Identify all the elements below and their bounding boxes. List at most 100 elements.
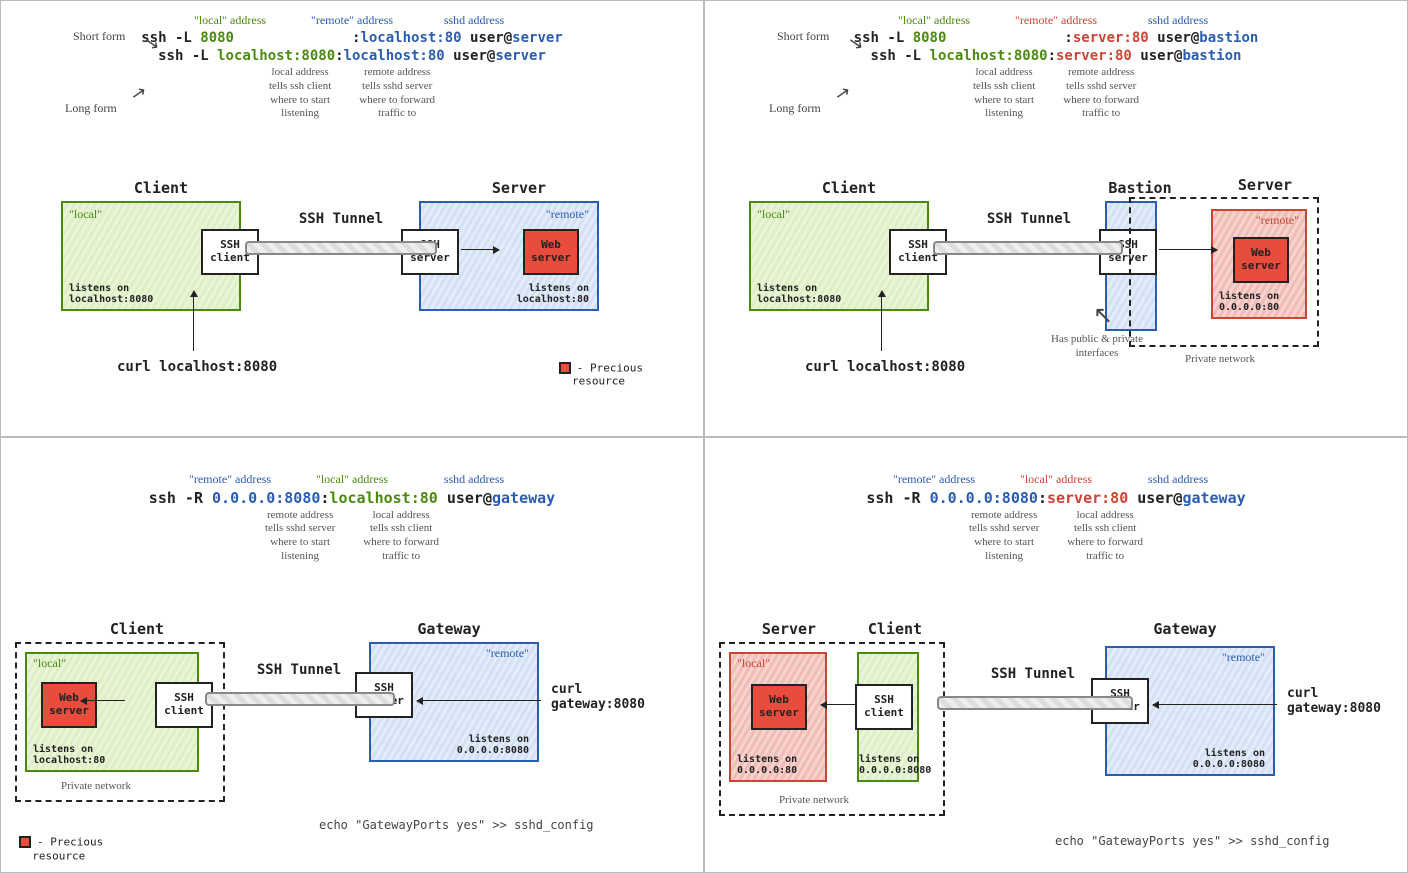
ssh-client-box: SSH client <box>864 694 904 719</box>
private-network-box: "remote" Web server listens on 0.0.0.0:8… <box>1129 197 1319 347</box>
curl-cmd: curl gateway:8080 <box>551 682 645 712</box>
legend-swatch-icon <box>559 362 571 374</box>
ann-short-form: Short form <box>777 29 829 44</box>
hint-local-fwd: local address tells ssh client where to … <box>363 509 439 564</box>
client-group: Client "local" SSH client listens on loc… <box>749 179 949 311</box>
hint-sshd-addr: sshd address <box>424 13 524 28</box>
local-tag: "local" <box>737 656 770 671</box>
cmd-long: ssh -L localhost:8080:server:80 user@bas… <box>713 48 1399 64</box>
hint-sshd-addr: sshd address <box>1128 472 1228 487</box>
pane-ssh-R-server: "remote" address "local" address sshd ad… <box>704 437 1408 873</box>
tunnel-label: SSH Tunnel <box>947 211 1111 227</box>
arrow-icon <box>881 291 882 351</box>
remote-tag: "remote" <box>1256 213 1299 228</box>
arrow-icon <box>461 249 499 250</box>
arrow-icon <box>81 700 125 701</box>
diagram-grid: "local" address "remote" address sshd ad… <box>0 0 1408 873</box>
cmd-block: "remote" address "local" address sshd ad… <box>9 472 695 564</box>
client-label: Client <box>87 620 187 638</box>
hint-local-listen: local address tells ssh client where to … <box>269 66 331 121</box>
listens-remote: listens on 0.0.0.0:8080 <box>457 734 529 756</box>
client-label: Client <box>61 179 261 197</box>
hint-remote-addr: "remote" address <box>302 13 402 28</box>
gateway-label: Gateway <box>1135 620 1235 638</box>
hint-sshd-addr: sshd address <box>424 472 524 487</box>
tunnel-label: SSH Tunnel <box>217 662 381 678</box>
curl-cmd: curl gateway:8080 <box>1287 686 1381 716</box>
remote-tag: "remote" <box>546 207 589 222</box>
ssh-tunnel-pipe <box>933 241 1123 255</box>
top-hints: "remote" address "local" address sshd ad… <box>713 472 1399 487</box>
arrow-icon <box>1159 249 1217 250</box>
ssh-tunnel-pipe <box>937 696 1133 710</box>
web-server-box: Web server <box>1241 247 1281 272</box>
server-label: Server <box>749 620 829 638</box>
arrow-icon <box>1153 704 1277 705</box>
hint-remote-addr: "remote" address <box>180 472 280 487</box>
hint-remote-fwd: remote address tells sshd server where t… <box>1063 66 1139 121</box>
arrow-icon <box>417 700 541 701</box>
has-pubpriv-label: Has public & private interfaces <box>1051 333 1143 361</box>
listens-remote: listens on 0.0.0.0:8080 <box>1193 748 1265 770</box>
hint-remote-listen: remote address tells sshd server where t… <box>265 509 335 564</box>
ssh-client-box: SSH client <box>164 692 204 717</box>
hint-remote-fwd: remote address tells sshd server where t… <box>359 66 435 121</box>
hint-local-addr: "local" address <box>1006 472 1106 487</box>
ssh-client-box: SSH client <box>898 239 938 264</box>
ssh-client-box: SSH client <box>210 239 250 264</box>
hint-local-addr: "local" address <box>884 13 984 28</box>
tunnel-label: SSH Tunnel <box>951 666 1115 682</box>
bottom-hints: remote address tells sshd server where t… <box>9 509 695 564</box>
legend-precious: - Precious resource <box>19 835 103 862</box>
listens-remote: listens on 0.0.0.0:80 <box>1219 291 1279 313</box>
hint-local-fwd: local address tells ssh client where to … <box>1067 509 1143 564</box>
legend-precious: - Precious resource <box>559 361 643 388</box>
cmd-block: "remote" address "local" address sshd ad… <box>713 472 1399 564</box>
listens-remote: listens on localhost:80 <box>517 283 589 305</box>
web-server-box: Web server <box>759 694 799 719</box>
listens-local: listens on localhost:80 <box>33 744 105 766</box>
bastion-label: Bastion <box>1105 179 1175 197</box>
web-server-box: Web server <box>531 239 571 264</box>
arrow-icon: ↖ <box>1093 301 1113 330</box>
ann-short-form: Short form <box>73 29 125 44</box>
listens-local: listens on localhost:8080 <box>69 283 153 305</box>
gateway-label: Gateway <box>399 620 499 638</box>
client-label: Client <box>749 179 949 197</box>
curl-cmd: curl localhost:8080 <box>117 359 277 375</box>
server-label: Server <box>419 179 619 197</box>
client-label: Client <box>855 620 935 638</box>
private-network-box: "local" Web server listens on 0.0.0.0:80… <box>719 642 945 816</box>
ann-long-form: Long form <box>769 101 821 116</box>
privnet-label: Private network <box>61 780 131 794</box>
privnet-label: Private network <box>1185 353 1255 367</box>
legend-swatch-icon <box>19 836 31 848</box>
top-hints: "local" address "remote" address sshd ad… <box>9 13 695 28</box>
curl-cmd: curl localhost:8080 <box>805 359 965 375</box>
private-network-box: "local" Web server SSH client listens on… <box>15 642 225 802</box>
client-group: Client "local" SSH client listens on loc… <box>61 179 261 311</box>
top-hints: "local" address "remote" address sshd ad… <box>713 13 1399 28</box>
ann-long-form: Long form <box>65 101 117 116</box>
hint-local-addr: "local" address <box>302 472 402 487</box>
local-tag: "local" <box>69 207 102 222</box>
listens-local: listens on 0.0.0.0:80 <box>737 754 797 776</box>
echo-cmd: echo "GatewayPorts yes" >> sshd_config <box>1055 834 1330 848</box>
remote-tag: "remote" <box>486 646 529 661</box>
top-hints: "remote" address "local" address sshd ad… <box>9 472 695 487</box>
listens-local: listens on localhost:8080 <box>757 283 841 305</box>
pane-ssh-R-local: "remote" address "local" address sshd ad… <box>0 437 704 873</box>
server-group: Server "remote" SSH server Web server li… <box>419 179 619 311</box>
pane-ssh-L-bastion: "local" address "remote" address sshd ad… <box>704 0 1408 437</box>
ssh-tunnel-pipe <box>245 241 437 255</box>
server-label: Server <box>1215 176 1315 194</box>
ssh-tunnel-pipe <box>205 692 395 706</box>
pane-ssh-L-local: "local" address "remote" address sshd ad… <box>0 0 704 437</box>
hint-remote-addr: "remote" address <box>884 472 984 487</box>
hint-local-addr: "local" address <box>180 13 280 28</box>
echo-cmd: echo "GatewayPorts yes" >> sshd_config <box>319 818 594 832</box>
arrow-icon <box>821 704 857 705</box>
hint-remote-addr: "remote" address <box>1006 13 1106 28</box>
cmd: ssh -R 0.0.0.0:8080:localhost:80 user@ga… <box>9 489 695 507</box>
hint-local-listen: local address tells ssh client where to … <box>973 66 1035 121</box>
